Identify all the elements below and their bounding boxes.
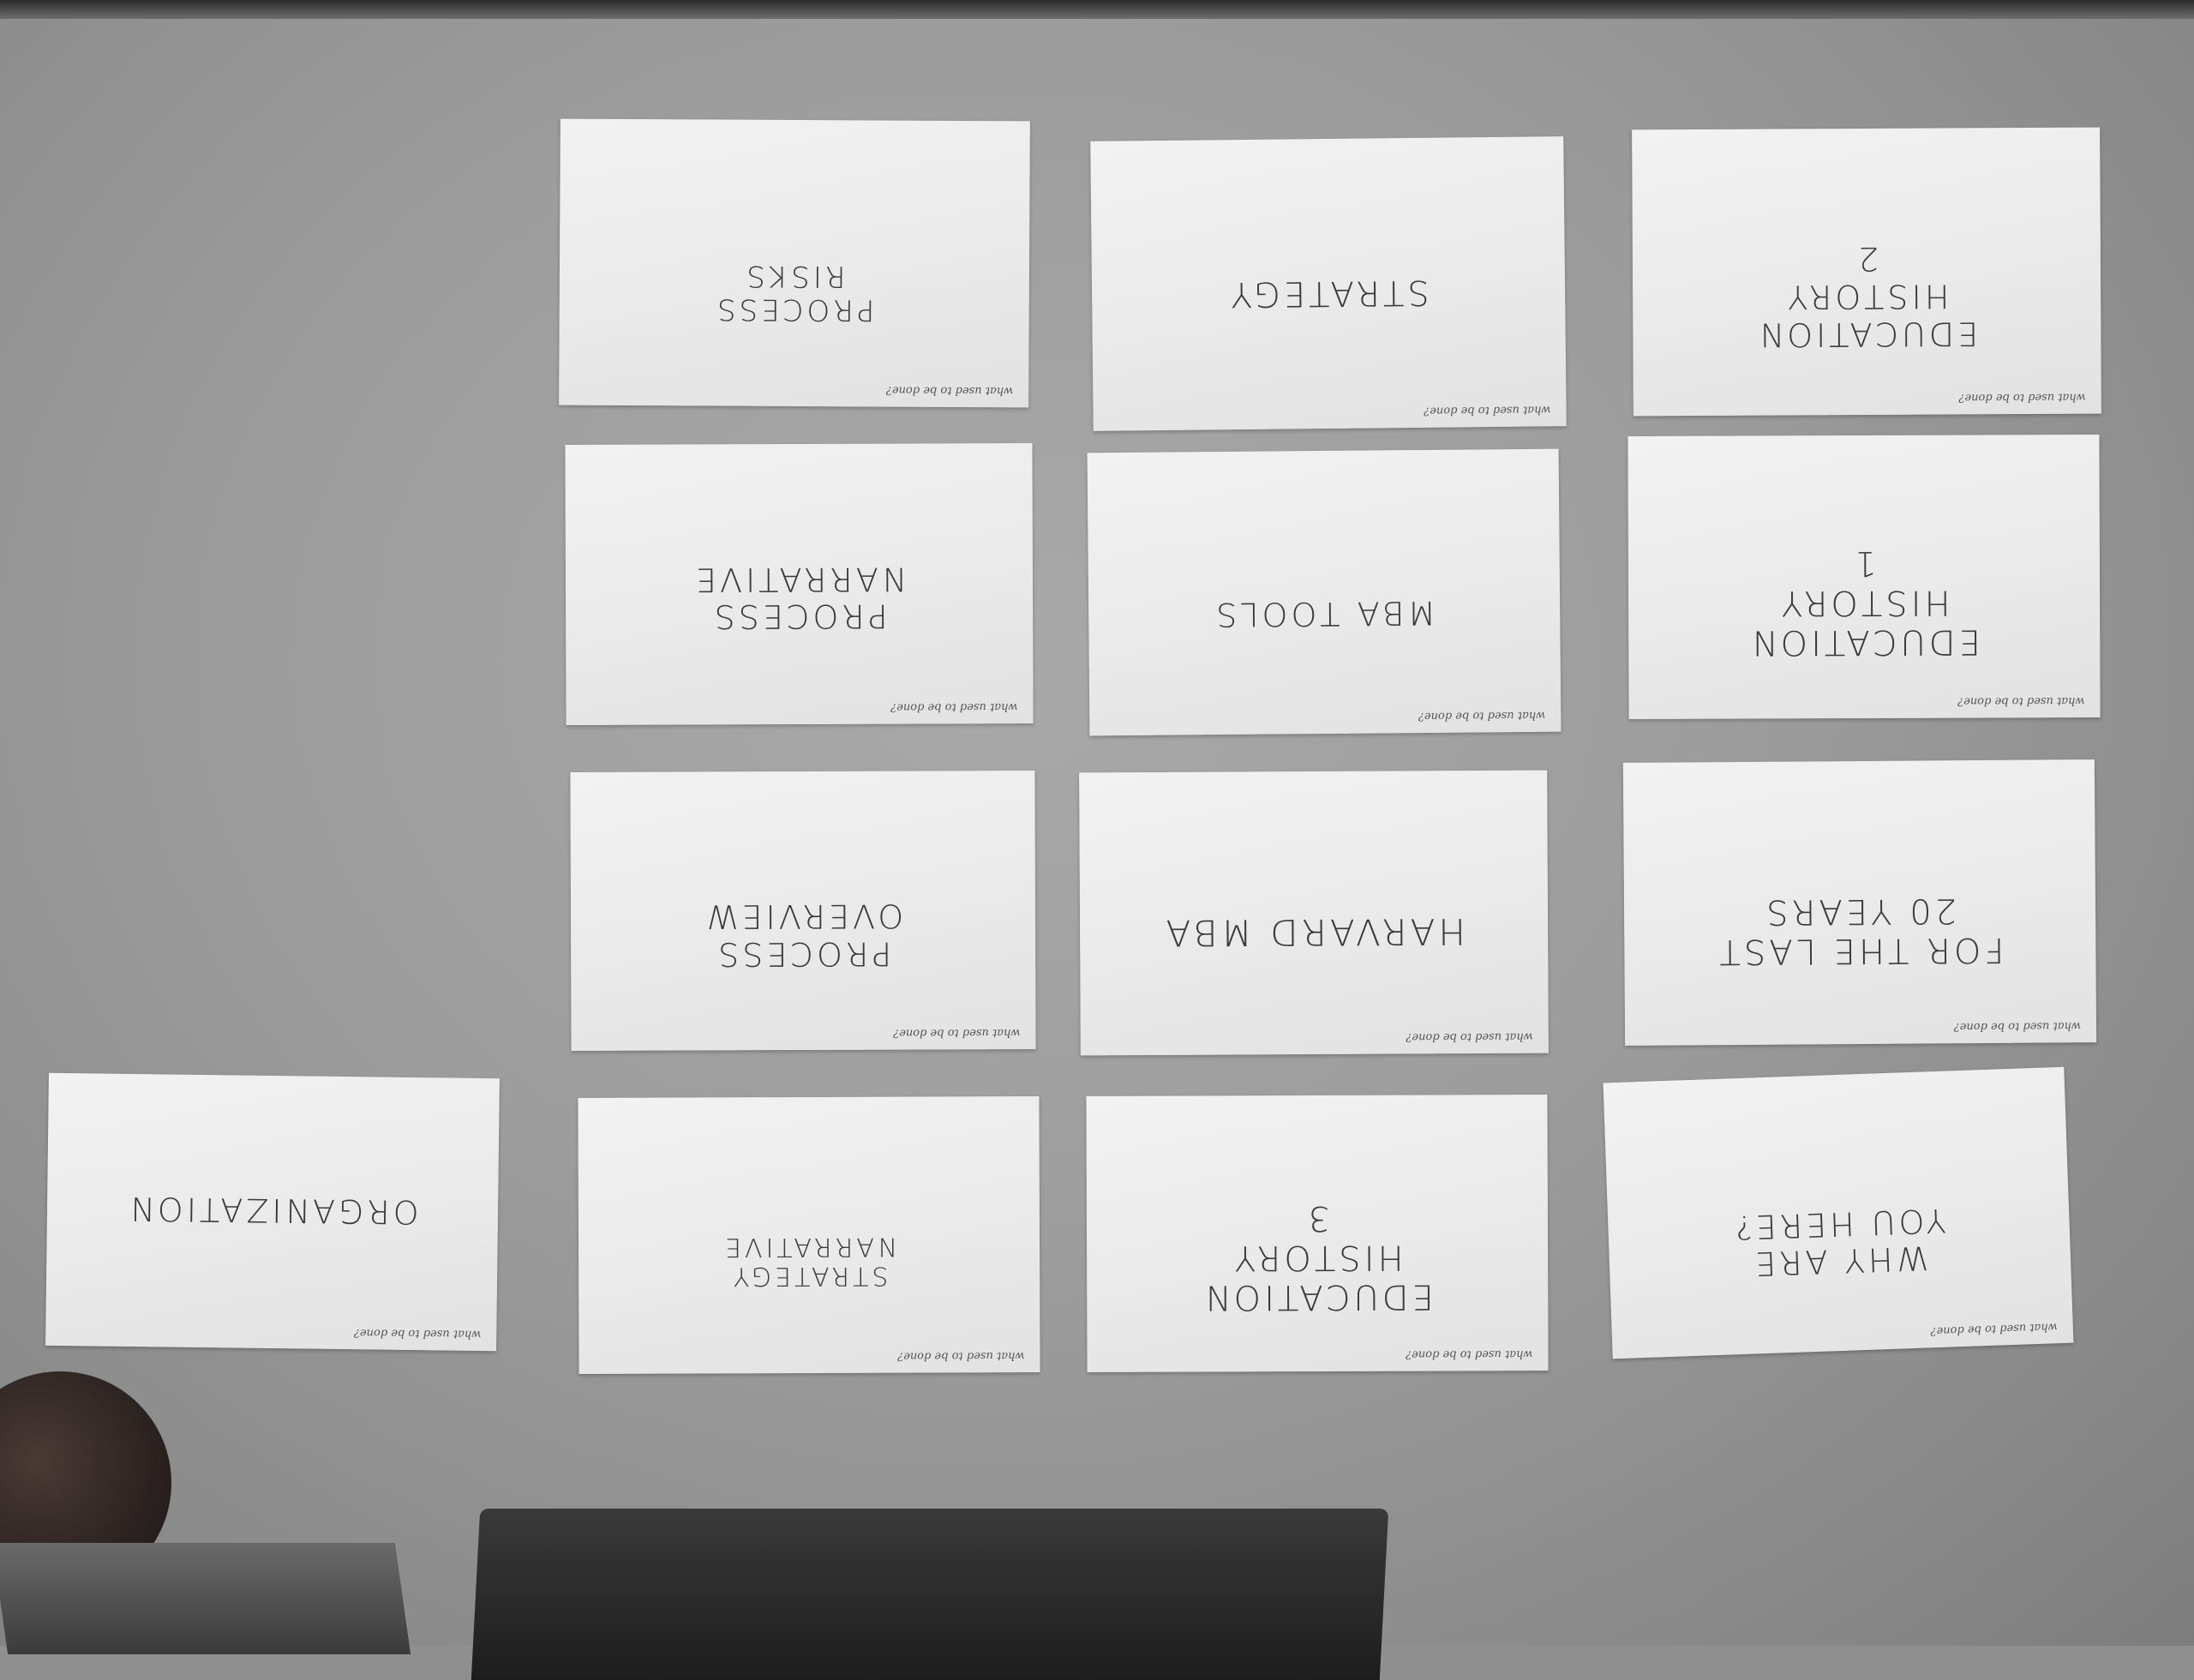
card-prompt: what used to be done?: [353, 1326, 482, 1341]
card-title: FOR THE LAST 20 YEARS: [1716, 891, 2005, 972]
card-process-risks: PROCESS RISKS what used to be done?: [559, 118, 1030, 408]
card-title: ORGANIZATION: [126, 1190, 419, 1232]
card-harvard-mba: HARVARD MBA what used to be done?: [1079, 770, 1549, 1056]
card-title: PROCESS OVERVIEW: [702, 897, 904, 974]
card-title: EDUCATION HISTORY 3: [1201, 1197, 1434, 1317]
laptop-corner: [0, 1543, 411, 1654]
card-strategy-narrative: STRATEGY NARRATIVE what used to be done?: [578, 1096, 1040, 1374]
card-for-the-last-20-years: FOR THE LAST 20 YEARS what used to be do…: [1622, 759, 2097, 1046]
card-prompt: what used to be done?: [1953, 1019, 2082, 1034]
card-organization: ORGANIZATION what used to be done?: [45, 1072, 500, 1352]
card-title: PROCESS RISKS: [713, 259, 875, 327]
card-process-overview: PROCESS OVERVIEW what used to be done?: [570, 771, 1036, 1051]
card-title: HARVARD MBA: [1162, 910, 1466, 955]
card-prompt: what used to be done?: [1406, 1029, 1533, 1044]
projector: [471, 1509, 1389, 1680]
card-title: MBA TOOLS: [1213, 594, 1436, 634]
table-edge: [0, 0, 2194, 19]
card-education-history-1: EDUCATION HISTORY 1 what used to be done…: [1628, 435, 2101, 719]
card-title: EDUCATION HISTORY 2: [1755, 240, 1979, 354]
card-why-are-you-here: WHY ARE YOU HERE? what used to be done?: [1603, 1066, 2074, 1359]
card-prompt: what used to be done?: [893, 1026, 1021, 1040]
card-prompt: what used to be done?: [1424, 403, 1551, 417]
card-process-narrative: PROCESS NARRATIVE what used to be done?: [565, 443, 1034, 725]
card-prompt: what used to be done?: [1406, 1347, 1533, 1361]
card-title: PROCESS NARRATIVE: [692, 560, 907, 636]
card-title: STRATEGY: [1227, 272, 1430, 315]
card-title: STRATEGY NARRATIVE: [721, 1231, 897, 1292]
card-mba-tools: MBA TOOLS what used to be done?: [1087, 448, 1562, 736]
card-prompt: what used to be done?: [890, 700, 1018, 714]
card-prompt: what used to be done?: [1418, 708, 1546, 723]
card-strategy: STRATEGY what used to be done?: [1090, 136, 1567, 431]
card-prompt: what used to be done?: [885, 383, 1014, 398]
card-title: EDUCATION HISTORY 1: [1747, 543, 1981, 663]
card-prompt: what used to be done?: [1957, 694, 2085, 708]
card-prompt: what used to be done?: [897, 1349, 1025, 1363]
card-education-history-2: EDUCATION HISTORY 2 what used to be done…: [1632, 127, 2101, 417]
card-title: WHY ARE YOU HERE?: [1730, 1201, 1947, 1283]
card-education-history-3: EDUCATION HISTORY 3 what used to be done…: [1086, 1095, 1549, 1372]
card-prompt: what used to be done?: [1958, 390, 2086, 405]
card-prompt: what used to be done?: [1930, 1320, 2059, 1338]
